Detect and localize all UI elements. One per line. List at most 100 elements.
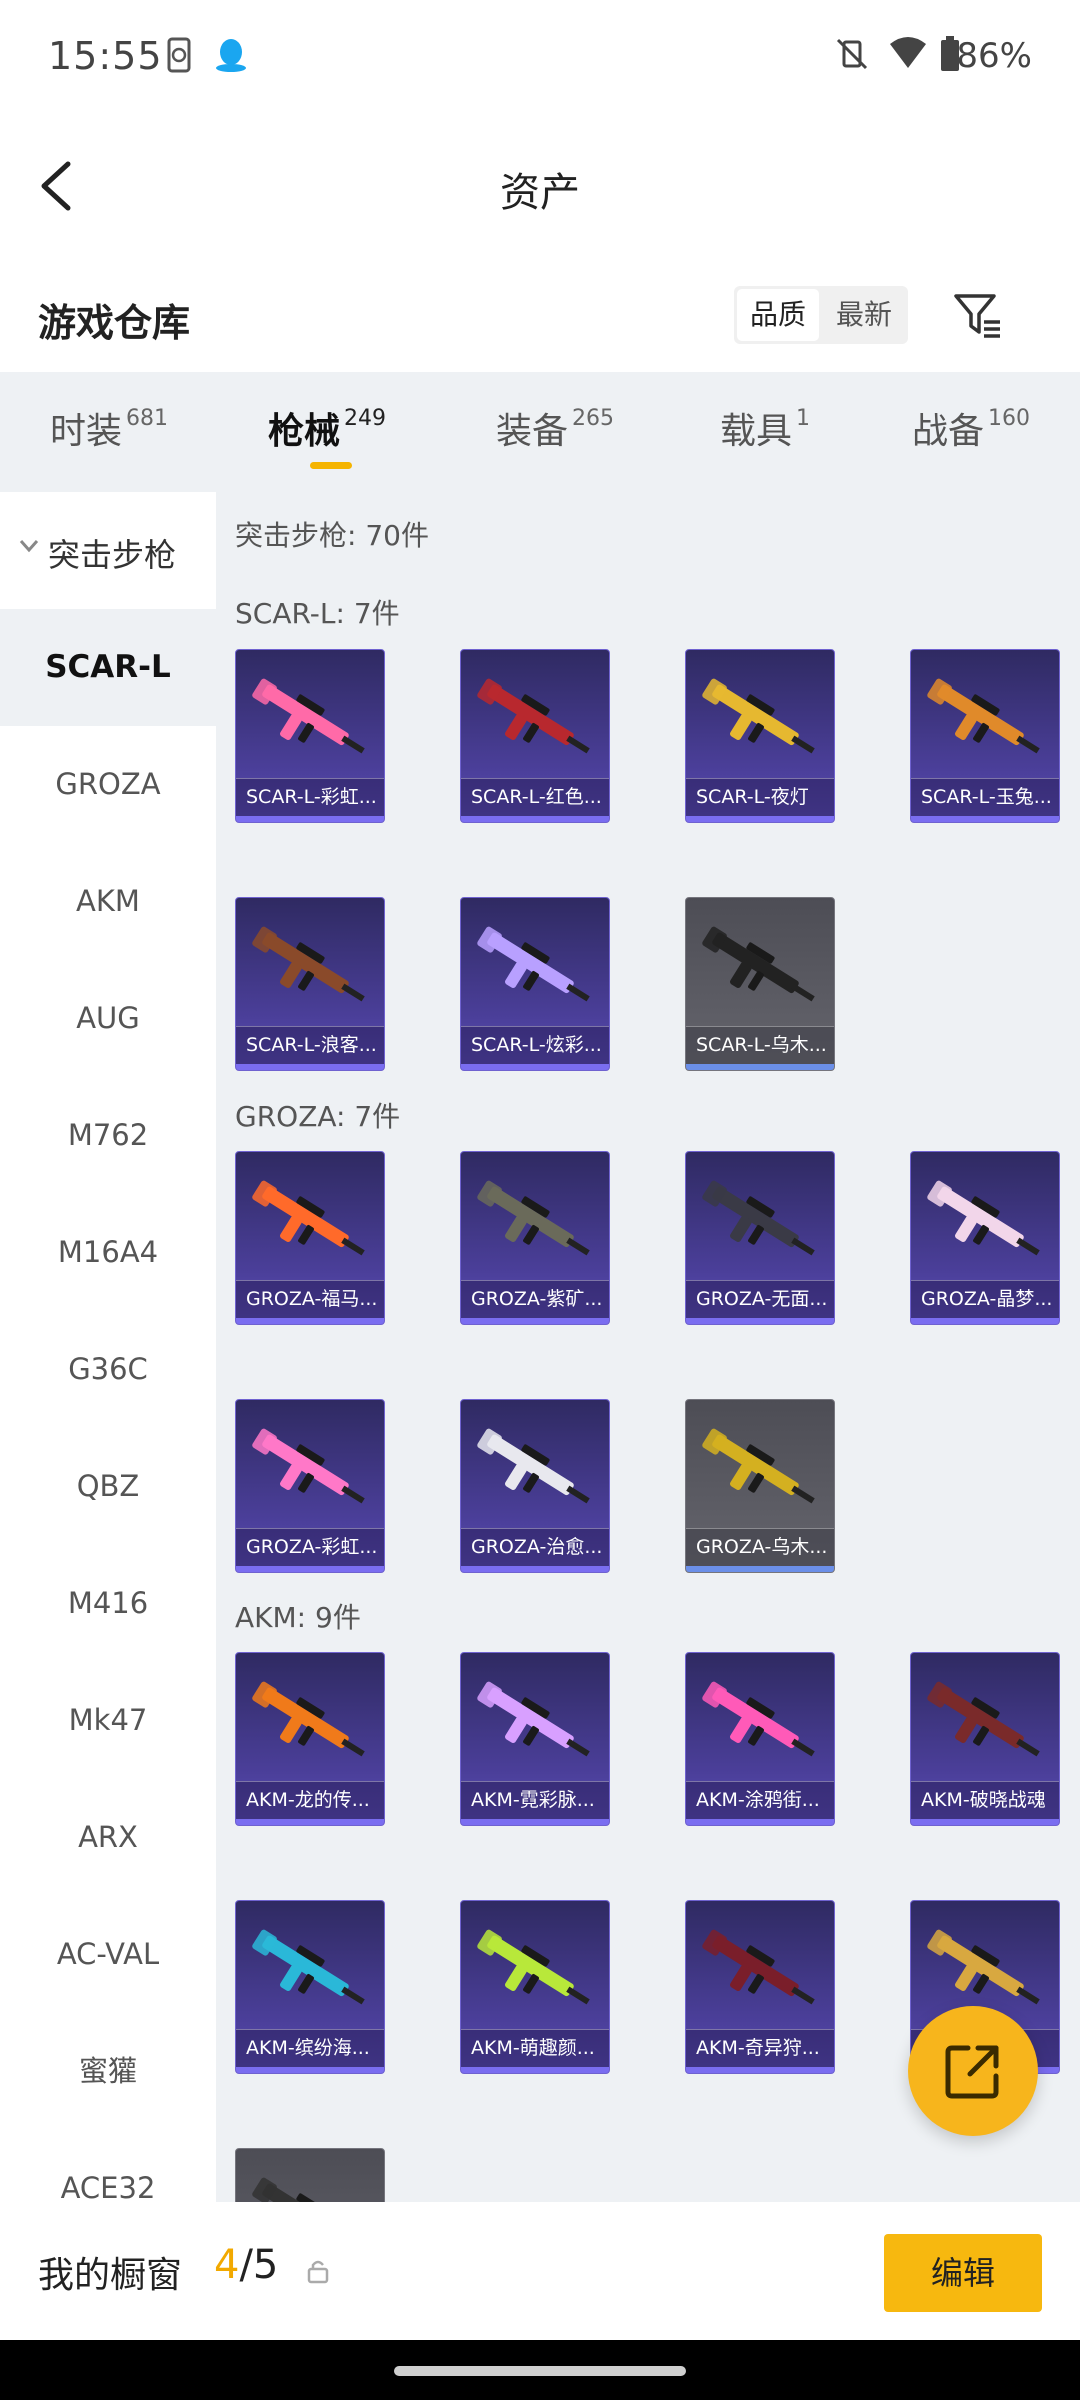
weapon-skin-card[interactable]: AKM-霓彩脉... [460,1652,610,1826]
weapon-skin-card[interactable]: GROZA-彩虹... [235,1399,385,1573]
weapon-skin-card[interactable]: AKM-破晓战魂 [910,1652,1060,1826]
weapon-skin-card[interactable]: SCAR-L-玉兔... [910,649,1060,823]
tab-guns[interactable]: 枪械 249 [268,402,386,454]
rarity-bar [461,1064,609,1070]
showcase-bar: 我的橱窗 4/5 编辑 [0,2202,1080,2340]
tab-label: 时装 [50,411,123,452]
warehouse-title: 游戏仓库 [38,301,191,345]
sidebar-item-arx[interactable]: ARX [0,1779,216,1896]
weapon-skin-name: SCAR-L-乌木... [686,1026,834,1064]
sidebar-item-qbz[interactable]: QBZ [0,1428,216,1545]
gun-image [702,1929,815,2005]
weapon-skin-card[interactable] [235,2148,385,2202]
weapon-skin-card[interactable]: GROZA-紫矿... [460,1151,610,1325]
section-title: AKM: 9件 [235,1601,361,1634]
sidebar-item-akm[interactable]: AKM [0,843,216,960]
sort-newest-option[interactable]: 最新 [822,289,906,341]
rarity-bar [236,1819,384,1825]
sidebar-item-g36c[interactable]: G36C [0,1311,216,1428]
qq-penguin-icon [216,39,246,72]
sidebar-group-label: 突击步枪 [48,536,177,574]
system-nav-bar [0,2340,1080,2400]
rarity-bar [686,1566,834,1572]
gun-image [252,926,365,1002]
weapon-skin-card[interactable]: GROZA-乌木... [685,1399,835,1573]
weapon-skin-card[interactable]: SCAR-L-炫彩... [460,897,610,1071]
gun-image [477,1428,590,1504]
weapon-skin-name: AKM-奇异狩... [686,2029,834,2067]
rarity-bar [686,2067,834,2073]
status-bar: 15:55 86% [0,0,1080,110]
showcase-current: 4 [214,2242,240,2288]
weapon-skin-name: SCAR-L-炫彩... [461,1026,609,1064]
weapon-skin-name: AKM-破晓战魂 [911,1781,1059,1819]
sidebar-item-m762[interactable]: M762 [0,1077,216,1194]
rarity-bar [911,1318,1059,1324]
tab-fashion[interactable]: 时装 681 [50,402,168,454]
weapon-skin-card[interactable]: SCAR-L-浪客... [235,897,385,1071]
weapon-skin-card[interactable]: GROZA-福马... [235,1151,385,1325]
rarity-bar [236,1566,384,1572]
item-grid-area: 突击步枪: 70件 SCAR-L: 7件 SCAR-L-彩虹... SCAR-L-红… [216,492,1080,2202]
weapon-skin-card[interactable]: SCAR-L-红色... [460,649,610,823]
weapon-skin-name: SCAR-L-红色... [461,778,609,816]
rarity-bar [686,1064,834,1070]
sidebar-group-assault-rifles[interactable]: 突击步枪 [0,492,216,609]
weapon-skin-name: GROZA-无面... [686,1280,834,1318]
gun-image [252,1681,365,1757]
rarity-bar [236,1064,384,1070]
share-icon [945,2045,999,2099]
weapon-skin-name: SCAR-L-玉兔... [911,778,1059,816]
weapon-skin-card[interactable]: GROZA-晶梦... [910,1151,1060,1325]
gun-image [252,1180,365,1256]
weapon-skin-card[interactable]: SCAR-L-夜灯 [685,649,835,823]
sidebar-item-scar-l[interactable]: SCAR-L [0,609,216,726]
edit-showcase-button[interactable]: 编辑 [884,2234,1042,2312]
weapon-skin-name: GROZA-福马... [236,1280,384,1318]
gun-image [702,678,815,754]
sidebar-item-ace32[interactable]: ACE32 [0,2130,216,2202]
sort-quality-option[interactable]: 品质 [737,289,819,341]
category-tabs: 时装 681 枪械 249 装备 265 载具 1 战备 160 [0,372,1080,492]
weapon-skin-card[interactable]: AKM-涂鸦街... [685,1652,835,1826]
weapon-skin-card[interactable]: AKM-龙的传... [235,1652,385,1826]
sidebar-item-m16a4[interactable]: M16A4 [0,1194,216,1311]
weapon-skin-card[interactable]: GROZA-治愈... [460,1399,610,1573]
weapon-skin-name: SCAR-L-彩虹... [236,778,384,816]
tab-label: 载具 [720,411,793,452]
weapon-skin-card[interactable]: SCAR-L-乌木... [685,897,835,1071]
tab-equipment[interactable]: 装备 265 [496,402,614,454]
filter-icon[interactable] [950,288,1006,344]
gun-image [927,678,1040,754]
gun-image [252,2177,349,2202]
weapon-skin-name: AKM-龙的传... [236,1781,384,1819]
tab-count: 1 [796,406,811,431]
gun-image [252,1929,365,2005]
tab-vehicles[interactable]: 载具 1 [720,402,810,454]
weapon-sidebar: 突击步枪 SCAR-L GROZA AKM AUG M762 M16A4 G36C QBZ M4… [0,492,216,2202]
weapon-skin-card[interactable]: GROZA-无面... [685,1151,835,1325]
sidebar-item-m416[interactable]: M416 [0,1545,216,1662]
weapon-skin-card[interactable]: AKM-奇异狩... [685,1900,835,2074]
home-gesture-handle[interactable] [394,2366,686,2376]
sidebar-item-ac-val[interactable]: AC-VAL [0,1896,216,2013]
rarity-bar [461,1318,609,1324]
sidebar-item-groza[interactable]: GROZA [0,726,216,843]
weapon-skin-name: GROZA-治愈... [461,1528,609,1566]
sidebar-item-mk47[interactable]: Mk47 [0,1662,216,1779]
showcase-total: /5 [239,2242,279,2288]
rarity-bar [461,1819,609,1825]
tab-count: 160 [988,406,1031,431]
weapon-skin-card[interactable]: AKM-缤纷海... [235,1900,385,2074]
sidebar-item-aug[interactable]: AUG [0,960,216,1077]
gun-image [927,1681,1040,1757]
tab-label: 战备 [912,411,985,452]
sidebar-item-honey-badger[interactable]: 蜜獾 [0,2013,216,2130]
weapon-skin-card[interactable]: SCAR-L-彩虹... [235,649,385,823]
tab-supplies[interactable]: 战备 160 [912,402,1030,454]
rarity-bar [461,2067,609,2073]
share-button[interactable] [908,2006,1038,2136]
weapon-skin-card[interactable]: AKM-萌趣颜... [460,1900,610,2074]
app-header: 资产 [0,110,1080,260]
category-total: 突击步枪: 70件 [235,519,429,552]
